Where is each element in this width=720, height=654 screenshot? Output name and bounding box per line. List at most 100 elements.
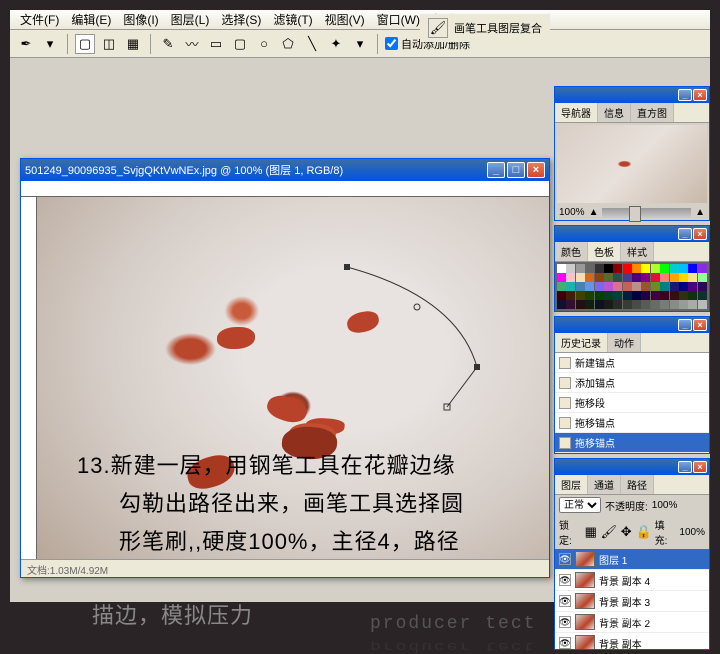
fill-pixels-icon[interactable]: ▦ [123,34,143,54]
visibility-icon[interactable]: 👁 [559,595,571,607]
swatch[interactable] [670,273,679,282]
lock-all-icon[interactable]: 🔒 [637,525,651,539]
history-item[interactable]: 拖移段 [555,393,709,413]
navigator-preview[interactable] [557,125,707,203]
swatch[interactable] [679,282,688,291]
pen-tool-icon[interactable]: ✒ [16,34,36,54]
swatch[interactable] [679,273,688,282]
zoom-slider[interactable] [602,208,691,218]
zoom-out-icon[interactable]: ▲ [589,207,599,218]
tab-channels[interactable]: 通道 [588,475,621,494]
swatch[interactable] [557,282,566,291]
dropdown-icon[interactable]: ▾ [40,34,60,54]
swatch[interactable] [557,273,566,282]
document-titlebar[interactable]: 501249_90096935_SvjgQKtVwNEx.jpg @ 100% … [21,159,549,181]
tab-styles[interactable]: 样式 [621,242,654,261]
swatch[interactable] [566,273,575,282]
canvas[interactable]: 13.新建一层，用钢笔工具在花瓣边缘 勾勒出路径出来，画笔工具选择圆 形笔刷,,… [37,197,549,577]
swatch[interactable] [595,291,604,300]
swatch[interactable] [576,282,585,291]
panel-minimize-button[interactable]: _ [678,228,692,240]
swatch[interactable] [651,291,660,300]
panel-close-button[interactable]: × [693,319,707,331]
menu-image[interactable]: 图像(I) [117,9,164,30]
swatch[interactable] [670,264,679,273]
history-item[interactable]: 拖移锚点 [555,413,709,433]
rounded-rect-icon[interactable]: ▢ [230,34,250,54]
line-icon[interactable]: ╲ [302,34,322,54]
swatch[interactable] [688,264,697,273]
ellipse-icon[interactable]: ○ [254,34,274,54]
swatch[interactable] [660,264,669,273]
swatch[interactable] [641,300,650,309]
visibility-icon[interactable]: 👁 [559,637,571,649]
swatch[interactable] [557,300,566,309]
swatch[interactable] [688,282,697,291]
swatch[interactable] [566,300,575,309]
menu-edit[interactable]: 编辑(E) [65,9,117,30]
swatch[interactable] [641,291,650,300]
swatch[interactable] [557,264,566,273]
swatch[interactable] [623,264,632,273]
zoom-in-icon[interactable]: ▲ [695,207,705,218]
swatch[interactable] [585,291,594,300]
tab-paths[interactable]: 路径 [621,475,654,494]
swatch[interactable] [576,291,585,300]
swatch[interactable] [604,282,613,291]
tab-swatches[interactable]: 色板 [588,242,621,261]
visibility-icon[interactable]: 👁 [559,553,571,565]
blend-mode-select[interactable]: 正常 [559,497,601,513]
polygon-icon[interactable]: ⬠ [278,34,298,54]
swatch[interactable] [566,291,575,300]
swatch[interactable] [585,264,594,273]
minimize-button[interactable]: _ [487,162,505,178]
tab-actions[interactable]: 动作 [608,333,641,352]
swatch[interactable] [688,273,697,282]
swatch[interactable] [576,264,585,273]
layer-item[interactable]: 👁图层 1 [555,549,709,570]
swatch[interactable] [698,291,707,300]
tab-history[interactable]: 历史记录 [555,333,608,352]
close-button[interactable]: × [527,162,545,178]
swatch[interactable] [585,300,594,309]
swatch[interactable] [670,282,679,291]
panel-close-button[interactable]: × [693,461,707,473]
history-item[interactable]: 新建锚点 [555,353,709,373]
tab-layers[interactable]: 图层 [555,475,588,494]
swatch[interactable] [688,291,697,300]
swatch[interactable] [651,282,660,291]
rect-icon[interactable]: ▭ [206,34,226,54]
menu-view[interactable]: 视图(V) [319,9,371,30]
swatch[interactable] [670,300,679,309]
menu-window[interactable]: 窗口(W) [371,9,426,30]
pen-icon[interactable]: ✎ [158,34,178,54]
layer-item[interactable]: 👁背景 副本 4 [555,570,709,591]
dropdown-icon[interactable]: ▾ [350,34,370,54]
swatch[interactable] [632,291,641,300]
swatch[interactable] [613,273,622,282]
swatch[interactable] [557,291,566,300]
menu-select[interactable]: 选择(S) [215,9,267,30]
freeform-pen-icon[interactable]: 〰 [182,34,202,54]
menu-layer[interactable]: 图层(L) [165,9,216,30]
swatch[interactable] [595,282,604,291]
swatch[interactable] [566,282,575,291]
swatch[interactable] [604,291,613,300]
swatch[interactable] [679,264,688,273]
swatch[interactable] [651,300,660,309]
swatch[interactable] [651,264,660,273]
swatch[interactable] [576,273,585,282]
lock-transparency-icon[interactable]: ▦ [584,525,598,539]
opacity-value[interactable]: 100% [652,500,678,511]
swatch[interactable] [613,282,622,291]
swatch[interactable] [698,300,707,309]
swatch[interactable] [660,300,669,309]
swatch[interactable] [660,291,669,300]
swatch[interactable] [660,273,669,282]
panel-minimize-button[interactable]: _ [678,319,692,331]
swatch[interactable] [698,282,707,291]
swatch[interactable] [641,264,650,273]
panel-close-button[interactable]: × [693,228,707,240]
swatch[interactable] [698,264,707,273]
swatch[interactable] [585,282,594,291]
